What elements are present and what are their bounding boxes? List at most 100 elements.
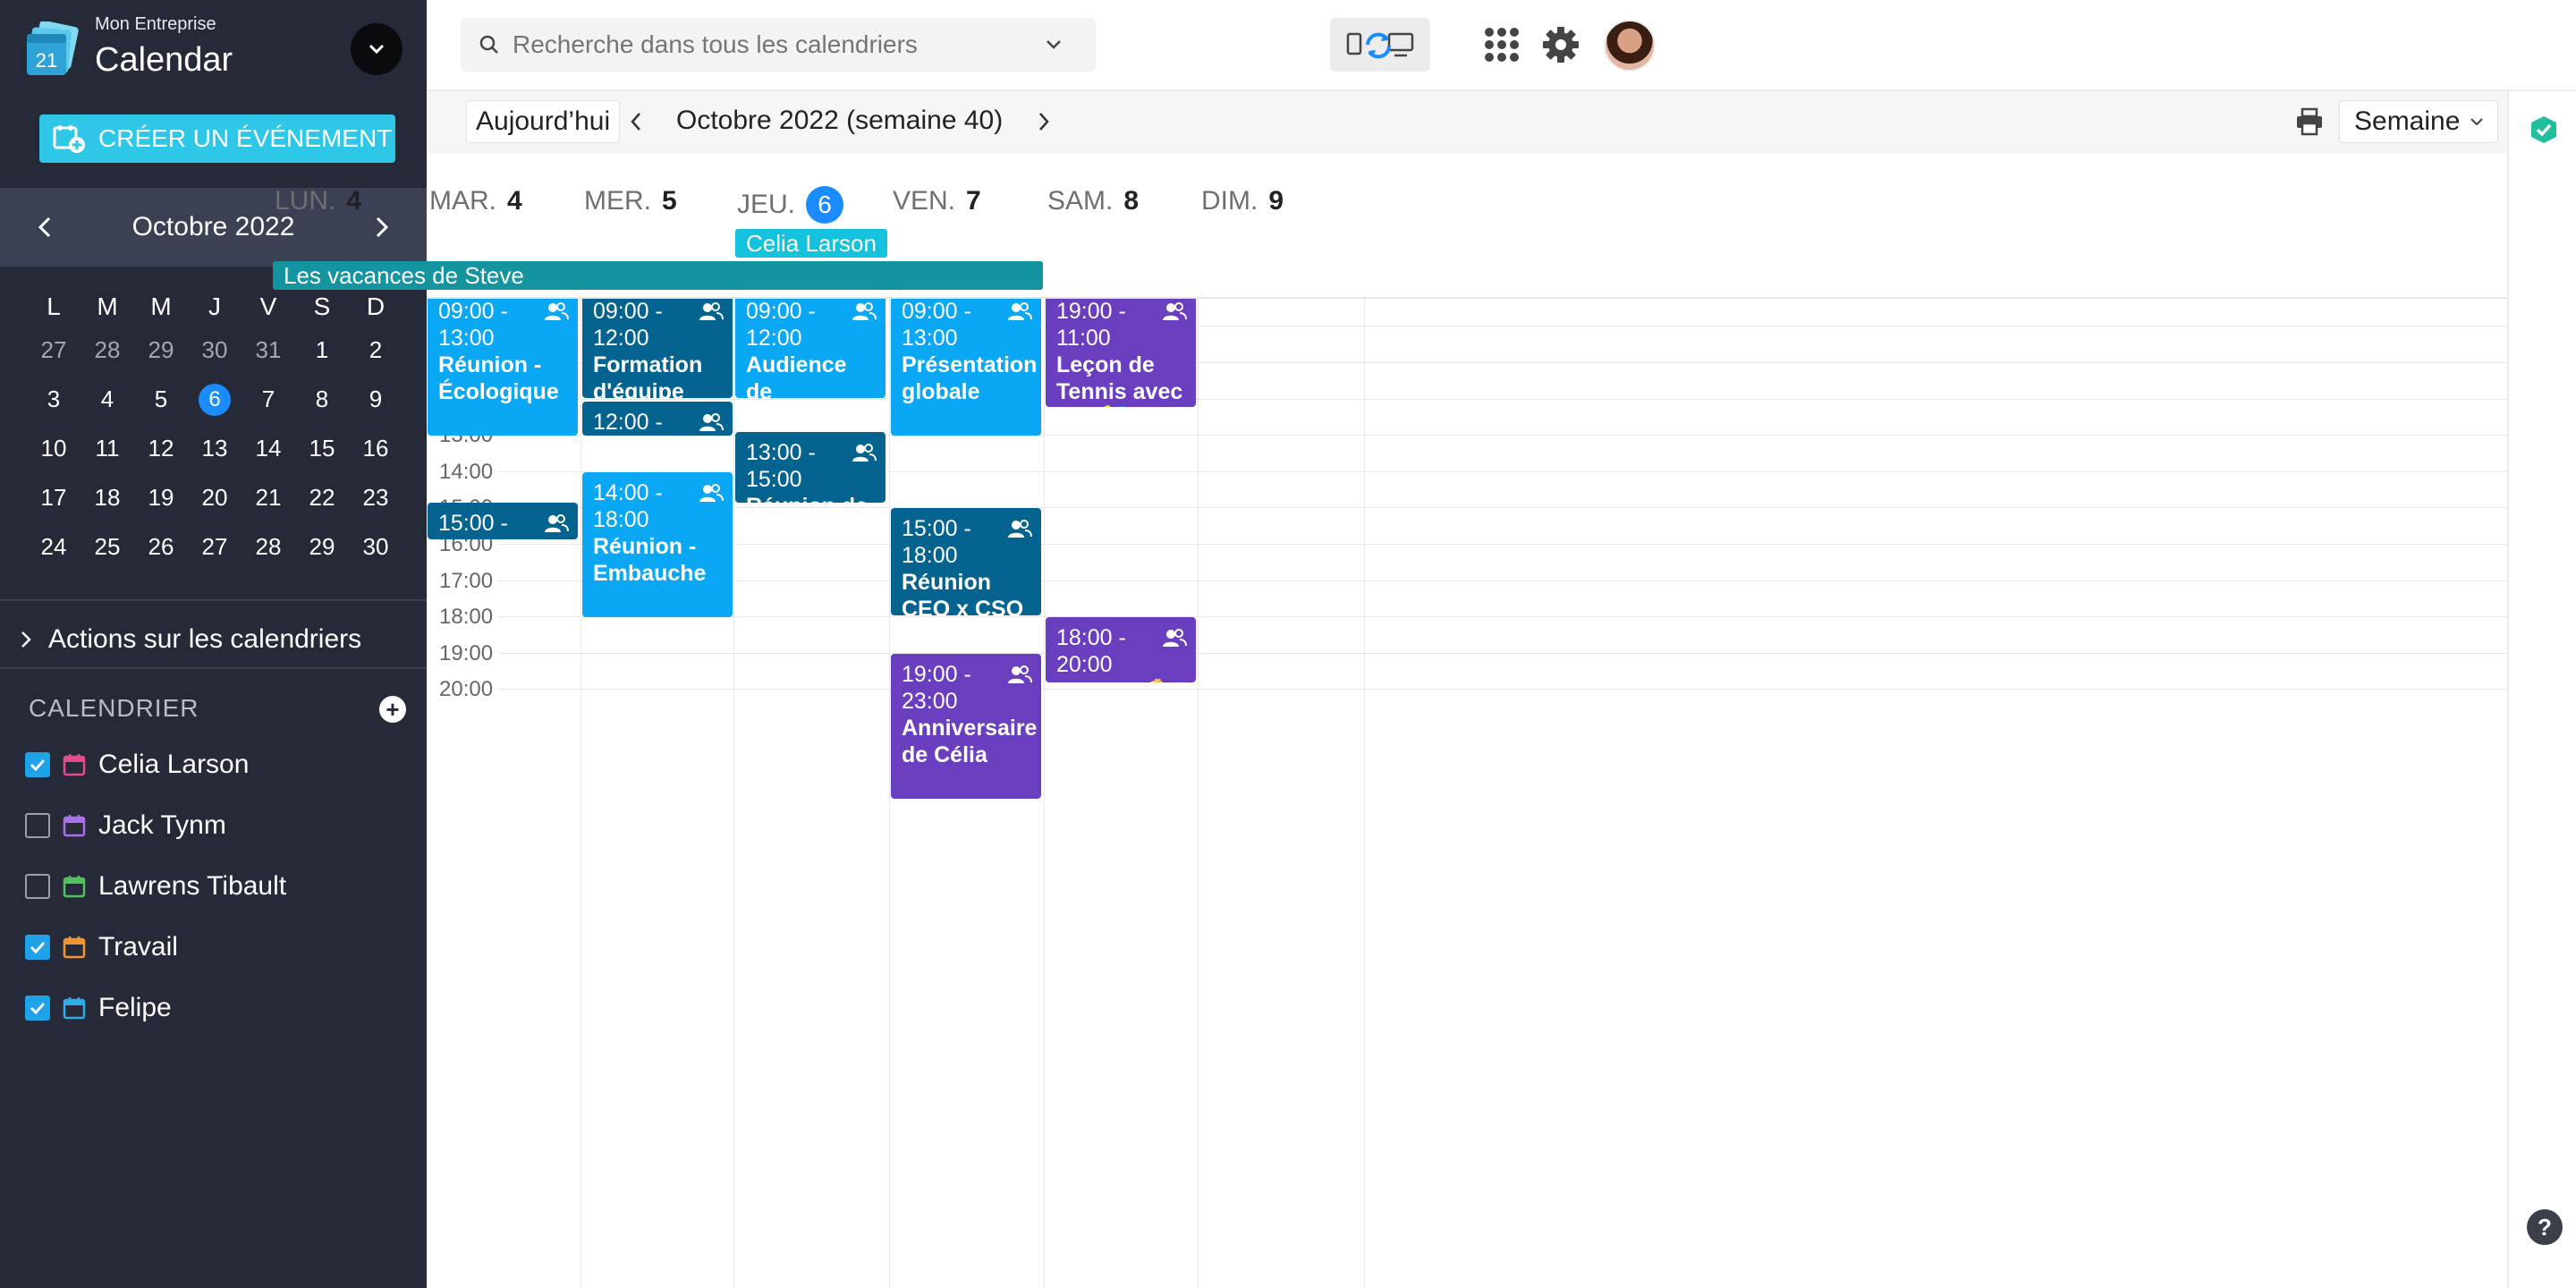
mini-day[interactable]: 31 [242,336,295,364]
mini-day[interactable]: 13 [188,435,242,462]
attendees-icon [699,301,724,320]
day-column-divider [889,299,890,1288]
mini-day[interactable]: 16 [349,435,402,462]
mini-day[interactable]: 27 [188,533,242,561]
chevron-down-icon[interactable] [1044,38,1063,51]
tasks-check-icon[interactable] [2529,114,2559,145]
mini-day[interactable]: 28 [80,336,134,364]
mini-day[interactable]: 11 [80,435,134,462]
day-name: JEU. [737,190,796,219]
calendar-checkbox[interactable] [25,935,50,960]
gear-icon[interactable] [1541,25,1580,64]
mini-day[interactable]: 30 [349,533,402,561]
day-column-header[interactable]: JEU. 6 [737,186,844,224]
mini-day[interactable]: 20 [188,484,242,512]
day-column-header[interactable]: MAR. 4 [429,186,522,216]
all-day-event[interactable]: Les vacances de Steve [273,261,1043,290]
calendar-actions-toggle[interactable]: Actions sur les calendriers [20,624,361,655]
mini-week-row: 3 4 5 6 7 8 9 [27,375,402,424]
mini-day[interactable]: 6 [188,383,242,416]
calendar-checkbox[interactable] [25,874,50,899]
search-input[interactable] [513,30,1031,59]
day-column-header[interactable]: LUN. 4 [275,186,361,216]
create-event-button[interactable]: CRÉER UN ÉVÉNEMENT [39,114,395,163]
hour-gridline [498,544,2507,545]
calendar-event[interactable]: 19:00 - 11:00Leçon de Tennis avec Tim 🎾 [1046,299,1196,407]
mini-day[interactable]: 5 [134,386,188,413]
mini-day[interactable]: 21 [242,484,295,512]
mini-day[interactable]: 19 [134,484,188,512]
calendar-event[interactable]: 09:00 - 12:00Audience de convocation [735,299,886,398]
calendar-event[interactable]: 09:00 - 12:00 Formation d'équipe [582,299,733,398]
attendees-icon [545,514,569,533]
sync-devices-button[interactable] [1330,18,1430,72]
day-column-header[interactable]: DIM. 9 [1201,186,1284,216]
mini-day[interactable]: 15 [295,435,349,462]
today-button[interactable]: Aujourd’hui [466,100,621,143]
mini-day[interactable]: 27 [27,336,80,364]
mini-day[interactable]: 26 [134,533,188,561]
user-avatar[interactable] [1604,20,1656,72]
apps-grid-icon[interactable] [1482,25,1521,64]
print-icon[interactable] [2294,106,2325,137]
mini-day[interactable]: 24 [27,533,80,561]
calendar-event[interactable]: 09:00 - 13:00 Réunion - Écologique [428,299,578,436]
previous-week-icon[interactable] [627,106,645,137]
calendars-heading: CALENDRIER [29,694,199,722]
mini-day[interactable]: 23 [349,484,402,512]
mini-day[interactable]: 29 [134,336,188,364]
mini-calendar-header: Octobre 2022 [0,188,427,267]
calendar-event[interactable]: 13:00 - 15:00Réunion de projet [735,432,886,504]
attendees-icon [1008,520,1032,538]
calendar-checkbox[interactable] [25,813,50,838]
mini-prev-month-button[interactable] [27,209,63,245]
day-column-header[interactable]: VEN. 7 [893,186,981,216]
mini-day[interactable]: 29 [295,533,349,561]
add-calendar-button[interactable]: + [379,696,406,723]
mini-calendar-grid: L M M J V S D 27 28 29 30 31 1 2 3 4 5 6 7 8 9 10 11 12 13 14 15 16… [27,288,402,572]
mini-day[interactable]: 12 [134,435,188,462]
mini-day[interactable]: 1 [295,336,349,364]
calendar-event[interactable]: 15:00 - 16:00Site hebdomadaire [428,503,578,539]
mini-next-month-button[interactable] [364,209,400,245]
mini-day[interactable]: 10 [27,435,80,462]
help-button[interactable]: ? [2527,1209,2563,1245]
calendar-item[interactable]: Lawrens Tibault [25,871,286,902]
mini-day[interactable]: 22 [295,484,349,512]
search-box[interactable] [461,18,1096,72]
calendar-checkbox[interactable] [25,752,50,777]
calendar-color-icon [63,815,86,837]
mini-day-number: 29 [309,533,335,560]
calendar-item[interactable]: Travail [25,932,178,962]
calendar-event[interactable]: 19:00 - 23:00 Anniversaire de Célia [891,653,1041,800]
mini-day[interactable]: 3 [27,386,80,413]
calendar-event[interactable]: 18:00 - 20:00Cinéma 🍿 [1046,617,1196,683]
account-menu-button[interactable] [351,23,402,75]
calendar-event[interactable]: 09:00 - 13:00 Présentation globale [891,299,1041,436]
calendar-item[interactable]: Jack Tynm [25,810,226,841]
calendar-event[interactable]: 14:00 - 18:00 Réunion - Embauche [582,471,733,618]
mini-day[interactable]: 4 [80,386,134,413]
mini-day[interactable]: 8 [295,386,349,413]
calendar-item[interactable]: Celia Larson [25,750,249,780]
calendar-item[interactable]: Felipe [25,993,172,1023]
mini-day[interactable]: 14 [242,435,295,462]
view-select[interactable]: Semaine [2339,100,2498,143]
day-column-divider [580,299,581,1288]
calendar-checkbox[interactable] [25,996,50,1021]
mini-day[interactable]: 30 [188,336,242,364]
calendar-event[interactable]: 12:00 - 13:00Réunion de la direction [582,401,733,436]
mini-day[interactable]: 18 [80,484,134,512]
mini-day[interactable]: 25 [80,533,134,561]
all-day-event[interactable]: Celia Larson [735,229,887,258]
mini-day[interactable]: 28 [242,533,295,561]
week-day-header: LUN. 4 MAR. 4 MER. 5 JEU. 6 VEN. 7 SAM. 8 DIM. 9 Celia… [273,154,2507,299]
mini-day[interactable]: 7 [242,386,295,413]
next-week-icon[interactable] [1035,106,1053,137]
day-column-header[interactable]: SAM. 8 [1047,186,1139,216]
mini-day[interactable]: 9 [349,386,402,413]
calendar-event[interactable]: 15:00 - 18:00 Réunion CEO x CSO [891,508,1041,616]
mini-day[interactable]: 17 [27,484,80,512]
mini-day[interactable]: 2 [349,336,402,364]
day-column-header[interactable]: MER. 5 [584,186,677,216]
